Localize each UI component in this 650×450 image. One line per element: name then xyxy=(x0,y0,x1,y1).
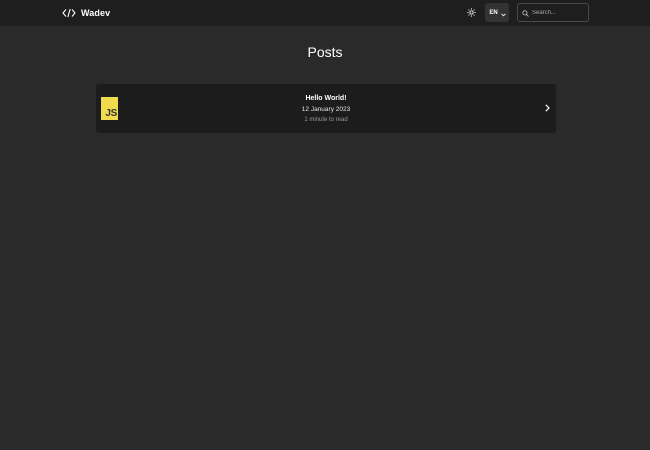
navbar: Wadev EN xyxy=(0,0,650,26)
page-title: Posts xyxy=(307,44,343,60)
post-read-time: 1 minute to read xyxy=(304,117,348,123)
language-value: EN xyxy=(489,9,498,16)
chevron-down-icon xyxy=(500,4,506,22)
post-info: Hello World! 12 January 2023 1 minute to… xyxy=(96,93,556,126)
brand-link[interactable]: Wadev xyxy=(62,0,110,26)
code-icon xyxy=(62,7,76,19)
search-box xyxy=(517,3,589,22)
post-date: 12 January 2023 xyxy=(301,106,351,113)
search-input[interactable] xyxy=(532,9,587,16)
sun-icon xyxy=(467,4,476,22)
brand-name: Wadev xyxy=(81,8,111,18)
theme-toggle-button[interactable] xyxy=(465,6,478,19)
post-card[interactable]: JS Hello World! 12 January 2023 1 minute… xyxy=(96,84,556,133)
language-select[interactable]: EN xyxy=(485,3,509,22)
post-title: Hello World! xyxy=(305,95,347,102)
chevron-right-icon[interactable] xyxy=(542,102,552,114)
search-icon xyxy=(522,4,529,22)
